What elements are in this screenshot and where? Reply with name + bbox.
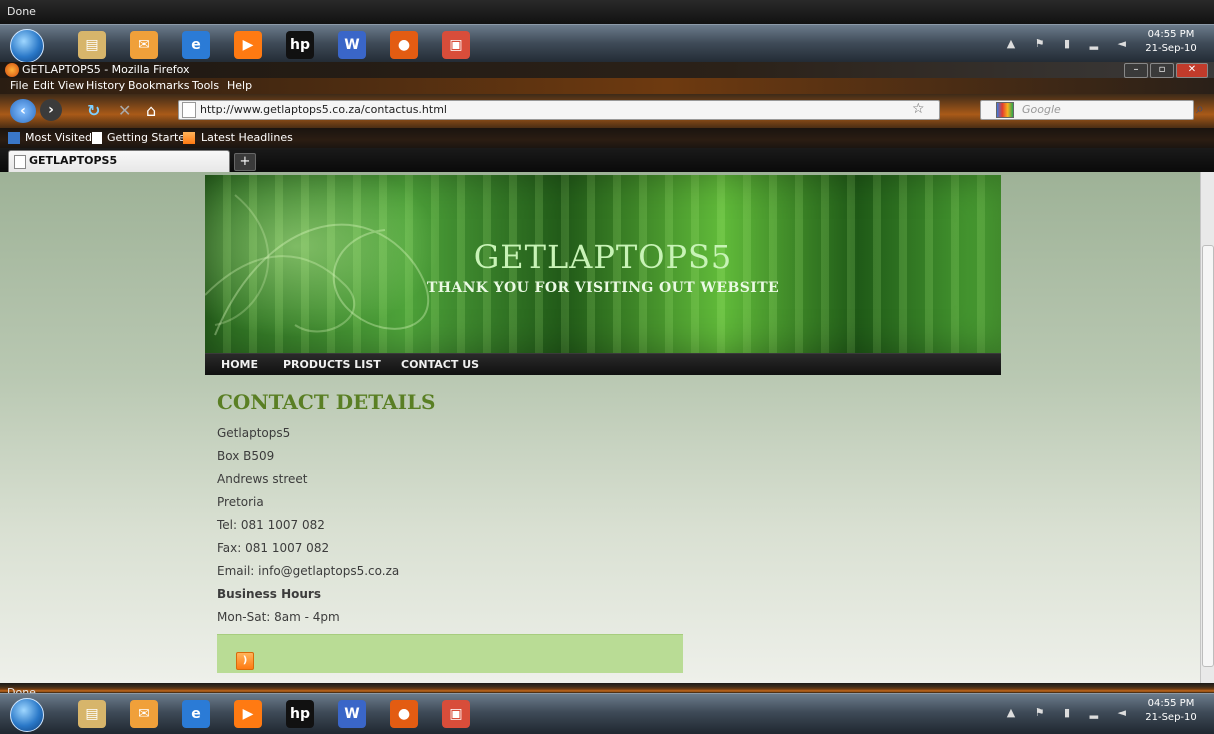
word-icon[interactable]: W [338,700,366,728]
taskbar-bottom: ▤ ✉ e ▶ hp W ● ▣ ▲ ⚑ ▮ ▂ ◄ 04:55 PM 21-Sep-10 [0,693,1214,734]
clock-time: 04:55 PM [1147,698,1195,709]
contact-heading: CONTACT DETAILS [217,390,436,414]
nav-home[interactable]: HOME [221,358,258,371]
rss-feed-icon [183,132,195,144]
mail-icon[interactable]: ✉ [130,700,158,728]
system-tray-icons: ▲ ⚑ ▮ ▂ ◄ [1006,37,1134,50]
word-icon[interactable]: W [338,31,366,59]
contact-box: Box B509 [217,449,275,463]
contact-email[interactable]: Email: info@getlaptops5.co.za [217,564,399,578]
nav-contact-us[interactable]: CONTACT US [401,358,479,371]
forward-button[interactable]: › [40,99,62,121]
menu-help[interactable]: Help [227,79,252,92]
bookmark-most-visited[interactable]: Most Visited [25,131,92,144]
menu-history[interactable]: History [86,79,125,92]
rss-icon[interactable]: ) [236,652,254,670]
menu-tools[interactable]: Tools [192,79,219,92]
folder-icon[interactable]: ▤ [78,31,106,59]
start-button[interactable] [10,29,44,63]
bookmark-star-icon[interactable]: ☆ [912,101,925,117]
mail-icon[interactable]: ✉ [130,31,158,59]
url-text: http://www.getlaptops5.co.za/contactus.h… [200,103,447,116]
tab-page-icon [14,155,26,169]
menu-file[interactable]: File [10,79,28,92]
media-player-icon[interactable]: ▶ [234,31,262,59]
home-icon[interactable]: ⌂ [146,101,156,120]
status-text-top: Done [7,5,36,18]
bookmarks-toolbar: Most Visited Getting Started Latest Head… [0,128,1214,148]
clock-time: 04:55 PM [1147,29,1195,40]
firefox-icon [5,63,19,77]
slides-icon[interactable]: ▣ [442,700,470,728]
start-button[interactable] [10,698,44,732]
system-tray-icons: ▲ ⚑ ▮ ▂ ◄ [1006,706,1134,719]
business-hours: Mon-Sat: 8am - 4pm [217,610,340,624]
internet-explorer-icon[interactable]: e [182,700,210,728]
nav-products-list[interactable]: PRODUCTS LIST [283,358,381,371]
back-button[interactable]: ‹ [10,99,36,123]
search-engine-icon[interactable] [996,102,1014,118]
search-placeholder: Google [1022,103,1061,116]
slides-icon[interactable]: ▣ [442,31,470,59]
contact-street: Andrews street [217,472,308,486]
firefox-icon[interactable]: ● [390,700,418,728]
window-title: GETLAPTOPS5 - Mozilla Firefox [22,63,190,76]
menu-bookmarks[interactable]: Bookmarks [128,79,189,92]
site-title: GETLAPTOPS5 [473,238,733,276]
clock-date: 21-Sep-10 [1145,712,1197,723]
footer-box [217,634,683,673]
page-icon [92,132,102,144]
contact-fax: Fax: 081 1007 082 [217,541,330,555]
stop-icon[interactable]: ✕ [118,101,131,120]
menu-bar: File Edit View History Bookmarks Tools H… [0,78,1214,94]
reload-icon[interactable]: ↻ [87,101,100,120]
contact-city: Pretoria [217,495,264,509]
hp-icon[interactable]: hp [286,700,314,728]
folder-icon[interactable]: ▤ [78,700,106,728]
status-bar-bottom [0,683,1214,693]
most-visited-icon [8,132,20,144]
menu-view[interactable]: View [58,79,84,92]
bookmark-latest-headlines[interactable]: Latest Headlines [201,131,293,144]
site-subtitle: THANK YOU FOR VISITING OUT WEBSITE [426,280,780,296]
minimize-button[interactable]: – [1124,63,1148,78]
taskbar-top: ▤ ✉ e ▶ hp W ● ▣ ▲ ⚑ ▮ ▂ ◄ 04:55 PM 21-Sep-10 [0,24,1214,65]
maximize-button[interactable]: ▫ [1150,63,1174,78]
bookmark-getting-started[interactable]: Getting Started [107,131,192,144]
firefox-icon[interactable]: ● [390,31,418,59]
close-button[interactable]: ✕ [1176,63,1208,78]
hp-icon[interactable]: hp [286,31,314,59]
contact-company: Getlaptops5 [217,426,291,440]
status-bar-top [0,0,1214,24]
clock-date: 21-Sep-10 [1145,43,1197,54]
business-hours-label: Business Hours [217,587,321,601]
window-title-bar: GETLAPTOPS5 - Mozilla Firefox – ▫ ✕ [0,62,1214,78]
tab-title: GETLAPTOPS5 [29,154,118,167]
scrollbar-thumb[interactable] [1202,245,1214,667]
tray-clock[interactable]: 04:55 PM 21-Sep-10 [1142,28,1200,56]
tray-clock[interactable]: 04:55 PM 21-Sep-10 [1142,697,1200,725]
menu-edit[interactable]: Edit [33,79,54,92]
contact-tel: Tel: 081 1007 082 [217,518,325,532]
new-tab-button[interactable]: + [234,153,256,171]
media-player-icon[interactable]: ▶ [234,700,262,728]
internet-explorer-icon[interactable]: e [182,31,210,59]
search-magnifier-icon[interactable]: ⌕ [1196,101,1204,117]
page-icon [182,102,196,118]
